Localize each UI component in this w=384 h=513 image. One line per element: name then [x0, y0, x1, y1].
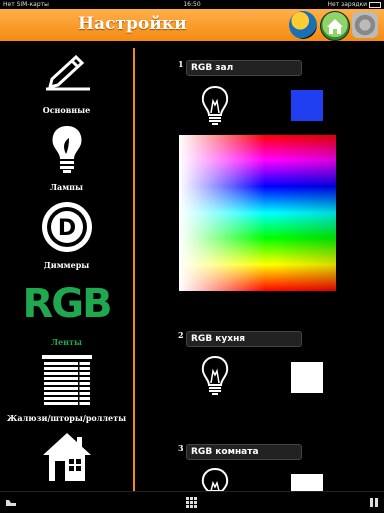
dimmer-icon: D [42, 202, 92, 252]
sidebar-item-lamps[interactable]: Лампы [0, 124, 133, 194]
strip-number: 3 [178, 443, 184, 453]
blinds-icon [42, 355, 92, 405]
bulb-outline-icon [201, 467, 229, 491]
rgb-icon: RGB [22, 281, 112, 327]
strip-number: 1 [178, 59, 184, 69]
strip-color-swatch[interactable] [291, 90, 323, 121]
grid-icon[interactable] [186, 497, 197, 508]
sidebar-item-label: Основные [42, 105, 91, 115]
bulb-outline-icon [201, 85, 229, 125]
house-icon [43, 433, 91, 481]
strip-name-field[interactable]: RGB кухня [186, 331, 302, 347]
bulb-icon [52, 126, 82, 173]
sidebar-item-house[interactable] [0, 431, 133, 491]
sidebar-item-label: Диммеры [43, 260, 90, 270]
sidebar-item-label: Ленты [51, 337, 82, 347]
sidebar-item-label: Жалюзи/шторы/роллеты [6, 413, 127, 423]
sidebar-item-strips[interactable]: RGB Ленты [0, 281, 133, 351]
gear-icon[interactable] [352, 12, 378, 38]
svg-text:D: D [58, 216, 76, 241]
clock: 16:50 [183, 1, 201, 8]
sidebar-item-label: Лампы [49, 182, 84, 192]
color-picker-icon[interactable] [289, 11, 317, 39]
tray-icon[interactable] [5, 499, 17, 507]
pause-icon[interactable] [370, 498, 378, 507]
strip-list: 1 RGB зал 2 RGB кухня 3 RGB комната [140, 48, 384, 491]
bulb-outline-icon [201, 355, 229, 395]
home-icon[interactable] [320, 11, 350, 41]
strip-name-field[interactable]: RGB зал [186, 60, 302, 76]
sidebar: Основные Лампы D Диммеры RGB Ленты Жалюз… [0, 41, 133, 491]
battery-icon [369, 1, 381, 8]
pencil-icon [46, 55, 90, 91]
sidebar-item-dimmers[interactable]: D Диммеры [0, 201, 133, 271]
sidebar-divider [133, 48, 135, 491]
strip-color-swatch[interactable] [291, 474, 323, 491]
strip-name-field[interactable]: RGB комната [186, 444, 302, 460]
page-title: Настройки [78, 14, 187, 34]
strip-color-swatch[interactable] [291, 362, 323, 393]
sidebar-item-main[interactable]: Основные [0, 55, 133, 119]
color-picker-gradient[interactable] [179, 135, 336, 291]
battery-status: Нет зарядки [327, 0, 381, 9]
bottom-toolbar [0, 491, 384, 513]
strip-number: 2 [178, 330, 184, 340]
status-bar: Нет SIM-карты 16:50 Нет зарядки [0, 0, 384, 9]
sidebar-item-blinds[interactable]: Жалюзи/шторы/роллеты [0, 354, 133, 424]
